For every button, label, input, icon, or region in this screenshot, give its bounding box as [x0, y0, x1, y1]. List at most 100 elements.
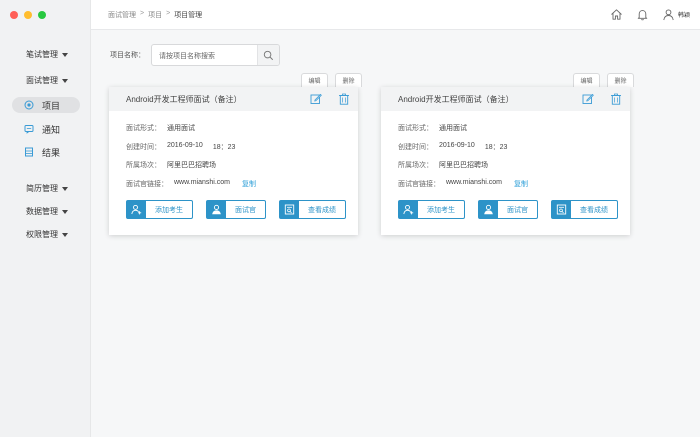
window-controls	[10, 11, 46, 19]
button-label: 查看成绩	[308, 206, 336, 214]
card-header: Android开发工程师面试（备注）	[381, 87, 630, 111]
caret-down-icon	[62, 232, 68, 237]
sidebar-group-data[interactable]: 数据管理	[26, 206, 68, 217]
card-row-form: 面试形式： 通用面试	[398, 123, 630, 142]
breadcrumb-current: 项目管理	[174, 12, 203, 19]
card-edit-tab[interactable]: 编辑	[573, 73, 600, 87]
caret-down-icon	[62, 52, 68, 57]
tab-label: 删除	[342, 79, 355, 85]
sidebar-group-written-test[interactable]: 笔试管理	[26, 49, 68, 60]
sidebar-group-label: 数据管理	[26, 207, 58, 216]
target-icon	[24, 100, 34, 110]
caret-down-icon	[62, 186, 68, 191]
card-delete-tab[interactable]: 删除	[607, 73, 634, 87]
edit-icon[interactable]	[310, 93, 322, 105]
caret-down-icon	[62, 209, 68, 214]
field-value: 阿里巴巴招聘场	[167, 162, 216, 169]
user-icon	[662, 8, 675, 21]
copy-link-button[interactable]: 复制	[242, 179, 256, 189]
card-row-created: 创建时间： 2016-09-10 18：23	[398, 142, 630, 161]
bell-icon[interactable]	[636, 8, 649, 21]
report-icon	[280, 201, 299, 218]
add-user-icon	[399, 201, 418, 218]
interviewer-link: www.mianshi.com	[174, 178, 231, 186]
created-time: 18：23	[484, 143, 508, 151]
button-label: 添加考生	[427, 206, 455, 214]
interviewer-icon	[207, 201, 226, 218]
interviewer-button[interactable]: 面试官	[478, 200, 538, 219]
minimize-window-button[interactable]	[24, 11, 32, 19]
card-title: Android开发工程师面试（备注）	[126, 94, 242, 104]
tab-label: 编辑	[308, 79, 321, 85]
copy-link-button[interactable]: 复制	[514, 179, 528, 189]
field-label: 面试官链接：	[126, 180, 168, 188]
add-candidate-button[interactable]: 添加考生	[398, 200, 465, 219]
result-icon	[24, 147, 34, 157]
sidebar-item-label: 项目	[42, 100, 61, 111]
search-icon	[263, 50, 274, 60]
maximize-window-button[interactable]	[38, 11, 46, 19]
view-results-button[interactable]: 查看成绩	[551, 200, 618, 219]
sidebar-group-resume[interactable]: 简历管理	[26, 183, 68, 194]
button-label: 面试官	[507, 206, 528, 214]
created-date: 2016-09-10	[439, 141, 475, 149]
sidebar-group-permission[interactable]: 权限管理	[26, 229, 68, 240]
field-value: 阿里巴巴招聘场	[439, 162, 488, 169]
user-menu[interactable]: 韩颖	[662, 8, 690, 21]
field-value: 通用面试	[167, 125, 195, 132]
sidebar-item-label: 通知	[42, 124, 61, 135]
caret-down-icon	[62, 78, 68, 83]
card-row-link: 面试官链接： www.mianshi.com 复制	[126, 179, 358, 198]
card-delete-tab[interactable]: 删除	[335, 73, 362, 87]
top-header: 面试管理 > 项目 > 项目管理 韩颖	[91, 0, 700, 30]
card-title: Android开发工程师面试（备注）	[398, 94, 514, 104]
edit-icon[interactable]	[582, 93, 594, 105]
card-row-created: 创建时间： 2016-09-10 18：23	[126, 142, 358, 161]
sidebar-item-result[interactable]: 结果	[12, 144, 80, 160]
project-card: Android开发工程师面试（备注） 面试形式： 通用面试 创建时间： 2016…	[109, 87, 358, 235]
username: 韩颖	[677, 13, 690, 19]
view-results-button[interactable]: 查看成绩	[279, 200, 346, 219]
trash-icon[interactable]	[610, 93, 622, 105]
field-label: 创建时间：	[126, 143, 161, 151]
report-icon	[552, 201, 571, 218]
interviewer-button[interactable]: 面试官	[206, 200, 266, 219]
created-date: 2016-09-10	[167, 141, 203, 149]
created-time: 18：23	[212, 143, 236, 151]
trash-icon[interactable]	[338, 93, 350, 105]
card-row-venue: 所属场次： 阿里巴巴招聘场	[126, 160, 358, 179]
search-button[interactable]	[257, 45, 279, 65]
button-label: 查看成绩	[580, 206, 608, 214]
sidebar-item-project[interactable]: 项目	[12, 97, 80, 113]
close-window-button[interactable]	[10, 11, 18, 19]
sidebar-group-label: 简历管理	[26, 184, 58, 193]
breadcrumb-separator: >	[140, 10, 145, 17]
card-header: Android开发工程师面试（备注）	[109, 87, 358, 111]
tab-label: 编辑	[580, 79, 593, 85]
home-icon[interactable]	[610, 8, 623, 21]
breadcrumb-item[interactable]: 项目	[148, 10, 162, 20]
search-box	[151, 44, 280, 66]
field-label: 面试形式：	[126, 125, 161, 132]
field-label: 面试官链接：	[398, 180, 440, 188]
card-row-form: 面试形式： 通用面试	[126, 123, 358, 142]
project-card: Android开发工程师面试（备注） 面试形式： 通用面试 创建时间： 2016…	[381, 87, 630, 235]
sidebar-item-notice[interactable]: 通知	[12, 121, 80, 137]
sidebar: 笔试管理 面试管理 项目 通知 结果 简历管理 数据管理 权限管理	[0, 0, 91, 437]
card-edit-tab[interactable]: 编辑	[301, 73, 328, 87]
interviewer-link: www.mianshi.com	[446, 178, 503, 186]
tab-label: 删除	[614, 79, 627, 85]
card-row-venue: 所属场次： 阿里巴巴招聘场	[398, 160, 630, 179]
sidebar-group-label: 面试管理	[26, 76, 58, 85]
breadcrumb-separator: >	[166, 10, 171, 17]
search-input[interactable]	[152, 46, 258, 65]
field-label: 所属场次：	[126, 162, 161, 169]
breadcrumb-item[interactable]: 面试管理	[108, 10, 136, 20]
sidebar-item-label: 结果	[42, 147, 61, 158]
header-actions: 韩颖	[610, 8, 690, 21]
card-row-link: 面试官链接： www.mianshi.com 复制	[398, 179, 630, 198]
sidebar-group-interview[interactable]: 面试管理	[26, 75, 68, 86]
add-candidate-button[interactable]: 添加考生	[126, 200, 193, 219]
sidebar-group-label: 笔试管理	[26, 50, 58, 59]
field-value: 通用面试	[439, 125, 467, 132]
